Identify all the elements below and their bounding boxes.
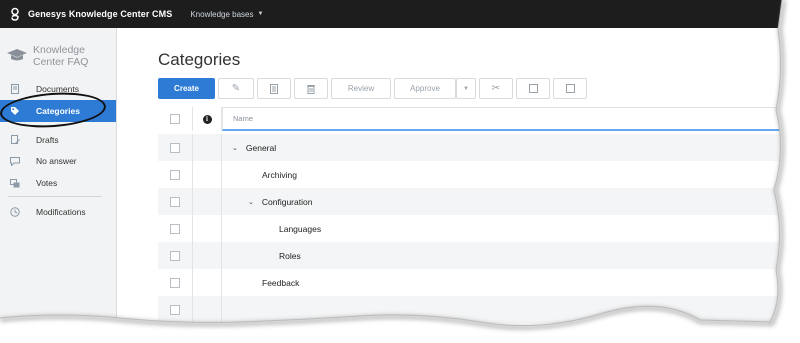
sidebar-divider bbox=[8, 196, 102, 197]
category-name: General bbox=[245, 142, 277, 153]
chat-icon bbox=[10, 156, 20, 166]
row-checkbox[interactable] bbox=[170, 250, 180, 261]
trash-icon bbox=[307, 84, 315, 94]
sidebar-item-drafts[interactable]: Drafts bbox=[0, 129, 116, 151]
sidebar-item-label: No answer bbox=[36, 156, 77, 166]
table-row[interactable]: Feedback bbox=[158, 269, 788, 296]
graduation-cap-icon bbox=[7, 49, 27, 61]
sidebar-item-categories[interactable]: Categories bbox=[0, 100, 116, 122]
knowledge-bases-menu[interactable]: Knowledge bases ▼ bbox=[190, 10, 263, 19]
table-row[interactable]: Roles bbox=[158, 242, 788, 269]
sidebar-item-no-answer[interactable]: No answer bbox=[0, 150, 116, 172]
row-checkbox-cell bbox=[158, 188, 192, 215]
table-row[interactable]: ⌄ Configuration bbox=[158, 188, 788, 215]
cut-button[interactable]: ✂ bbox=[479, 78, 513, 99]
row-checkbox-cell bbox=[158, 215, 192, 242]
table-row[interactable]: ⌄ General bbox=[158, 134, 788, 161]
sidebar-item-modifications[interactable]: Modifications bbox=[0, 201, 116, 223]
tag-icon bbox=[10, 106, 20, 116]
category-name: Feedback bbox=[262, 277, 300, 288]
row-checkbox[interactable] bbox=[170, 169, 180, 180]
select-all-checkbox-cell bbox=[158, 107, 192, 131]
sidebar-item-label: Modifications bbox=[36, 207, 86, 217]
copy-button[interactable] bbox=[516, 78, 550, 99]
row-checkbox-cell bbox=[158, 242, 192, 269]
brand-line-1: Knowledge bbox=[33, 44, 85, 56]
knowledge-bases-label: Knowledge bases bbox=[190, 9, 254, 19]
chevron-down-icon[interactable]: ⌄ bbox=[248, 198, 254, 206]
toolbar: Create ✎ Review Approve ▼ ✂ bbox=[158, 78, 587, 99]
row-info-cell bbox=[192, 242, 222, 269]
pencil-icon: ✎ bbox=[231, 83, 241, 94]
app-title: Genesys Knowledge Center CMS bbox=[28, 9, 173, 19]
category-name: Languages bbox=[279, 223, 322, 234]
votes-icon bbox=[10, 178, 20, 188]
row-checkbox-cell bbox=[158, 296, 192, 323]
caret-down-icon: ▼ bbox=[257, 11, 264, 17]
sidebar-item-label: Votes bbox=[36, 178, 58, 188]
name-column-header[interactable]: Name bbox=[222, 107, 788, 131]
chevron-down-icon[interactable]: ⌄ bbox=[232, 144, 238, 152]
brand-line-2: Center FAQ bbox=[33, 56, 89, 68]
sidebar-item-votes[interactable]: Votes bbox=[0, 172, 116, 194]
row-info-cell bbox=[192, 134, 222, 161]
row-checkbox[interactable] bbox=[170, 277, 180, 288]
kb-brand: Knowledge Center FAQ bbox=[6, 44, 88, 68]
row-info-cell bbox=[192, 188, 222, 215]
table-row[interactable]: Languages bbox=[158, 215, 788, 242]
row-checkbox bbox=[170, 304, 180, 315]
main-content: Categories Create ✎ Review Approve ▼ ✂ i… bbox=[117, 28, 788, 326]
square-icon bbox=[528, 84, 538, 93]
category-name: Roles bbox=[279, 250, 301, 261]
select-all-checkbox[interactable] bbox=[170, 114, 180, 124]
review-button[interactable]: Review bbox=[331, 78, 391, 99]
table-row[interactable]: Archiving bbox=[158, 161, 788, 188]
row-checkbox-cell bbox=[158, 134, 192, 161]
category-name: Configuration bbox=[261, 196, 313, 207]
document-icon bbox=[10, 84, 20, 94]
scissors-icon: ✂ bbox=[491, 83, 501, 94]
document-icon bbox=[270, 83, 278, 94]
row-info-cell bbox=[192, 269, 222, 296]
page-title: Categories bbox=[158, 50, 241, 69]
row-info-cell bbox=[192, 296, 222, 323]
approve-dropdown-button[interactable]: ▼ bbox=[456, 78, 476, 99]
row-label-wrap: ⌄ Configuration bbox=[248, 188, 312, 215]
properties-button[interactable] bbox=[257, 78, 291, 99]
row-checkbox[interactable] bbox=[170, 223, 180, 234]
row-checkbox-cell bbox=[158, 161, 192, 188]
create-button[interactable]: Create bbox=[158, 78, 215, 99]
approve-button[interactable]: Approve bbox=[394, 78, 456, 99]
row-info-cell bbox=[192, 215, 222, 242]
paste-button[interactable] bbox=[553, 78, 587, 99]
category-name: Archiving bbox=[262, 169, 297, 180]
genesys-logo-icon[interactable] bbox=[8, 7, 22, 21]
table-row[interactable] bbox=[158, 296, 788, 323]
sidebar-item-label: Documents bbox=[36, 84, 79, 94]
drafts-icon bbox=[10, 135, 20, 145]
info-icon[interactable]: i bbox=[202, 114, 212, 124]
row-checkbox[interactable] bbox=[170, 142, 180, 153]
caret-down-icon: ▼ bbox=[463, 85, 469, 92]
top-bar: Genesys Knowledge Center CMS Knowledge b… bbox=[0, 0, 788, 28]
delete-button[interactable] bbox=[294, 78, 328, 99]
square-outline-icon bbox=[565, 84, 575, 93]
row-label-wrap: ⌄ General bbox=[232, 134, 276, 161]
history-icon bbox=[10, 207, 20, 217]
sidebar-item-documents[interactable]: Documents bbox=[0, 78, 116, 100]
row-info-cell bbox=[192, 161, 222, 188]
sidebar-item-label: Categories bbox=[36, 106, 80, 116]
row-checkbox-cell bbox=[158, 269, 192, 296]
sidebar-item-label: Drafts bbox=[36, 135, 59, 145]
edit-button[interactable]: ✎ bbox=[218, 78, 254, 99]
row-checkbox[interactable] bbox=[170, 196, 180, 207]
info-cell: i bbox=[192, 107, 222, 131]
sidebar: Knowledge Center FAQ Documents Categorie… bbox=[0, 28, 117, 326]
app-window: Genesys Knowledge Center CMS Knowledge b… bbox=[0, 0, 788, 326]
table-header: i Name bbox=[158, 107, 788, 131]
